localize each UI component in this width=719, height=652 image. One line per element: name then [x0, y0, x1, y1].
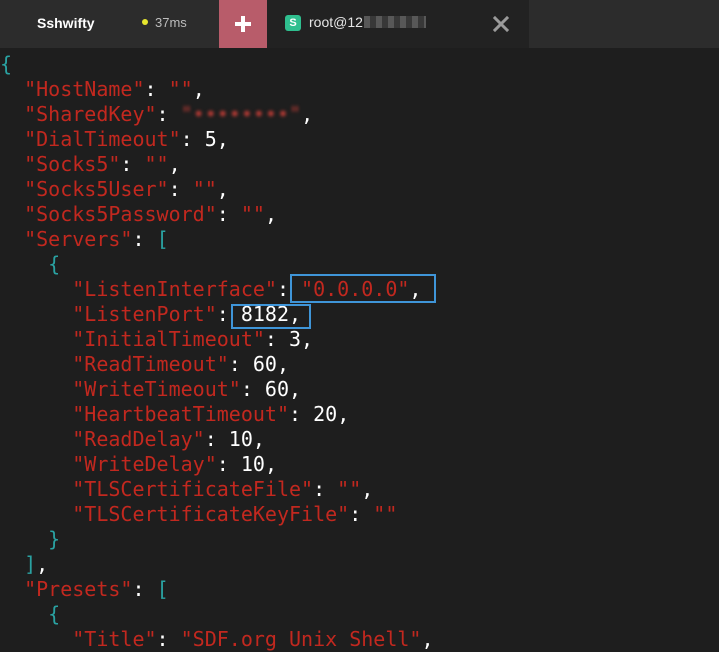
terminal-line: "TLSCertificateKeyFile": ""	[72, 502, 398, 526]
tab-title: root@12	[309, 14, 363, 30]
tab-ssh-session[interactable]: S root@12	[267, 0, 529, 48]
terminal-line: "Socks5Password": "",	[24, 202, 277, 226]
listen-port-value: 8182	[240, 302, 290, 326]
terminal-line: "WriteDelay": 10,	[72, 452, 277, 476]
terminal-line: "HostName": "",	[24, 77, 205, 101]
terminal-line: "HeartbeatTimeout": 20,	[72, 402, 350, 426]
terminal-line: "Socks5User": "",	[24, 177, 229, 201]
terminal-line: "Socks5": "",	[24, 152, 181, 176]
terminal-line: "ListenInterface": "0.0.0.0",	[72, 277, 422, 301]
terminal-line: "Servers": [	[24, 227, 169, 251]
listen-interface-value: "0.0.0.0"	[301, 277, 410, 301]
status-dot-icon	[142, 19, 148, 25]
terminal-line: "TLSCertificateFile": "",	[72, 477, 374, 501]
terminal-line: "DialTimeout": 5,	[24, 127, 229, 151]
terminal-line: "InitialTimeout": 3,	[72, 327, 314, 351]
terminal-line: "ReadTimeout": 60,	[72, 352, 290, 376]
new-connection-button[interactable]	[219, 0, 267, 48]
terminal-line: "SharedKey": "••••••••",	[24, 102, 314, 126]
top-bar: Sshwifty 37ms S root@12	[0, 0, 719, 48]
terminal-output[interactable]: { "HostName": "", "SharedKey": "••••••••…	[0, 48, 719, 651]
terminal-line: "WriteTimeout": 60,	[72, 377, 302, 401]
close-tab-button[interactable]	[489, 12, 513, 36]
ssh-badge-icon: S	[285, 15, 301, 31]
redacted-host	[364, 16, 426, 28]
terminal-line: {	[48, 252, 61, 276]
redacted-shared-key: "••••••••"	[180, 102, 302, 126]
terminal-line: "ReadDelay": 10,	[72, 427, 265, 451]
terminal-line: "Title": "SDF.org Unix Shell",	[72, 627, 434, 651]
latency-value: 37ms	[155, 15, 187, 30]
terminal-line: ],	[24, 552, 49, 576]
plus-icon	[235, 16, 251, 32]
terminal-line: {	[48, 602, 61, 626]
terminal-line: }	[48, 527, 61, 551]
terminal-line: {	[0, 52, 13, 76]
terminal-line: "ListenPort": 8182,	[72, 302, 302, 326]
terminal-line: "Presets": [	[24, 577, 169, 601]
close-icon	[493, 16, 509, 32]
app-brand: Sshwifty	[37, 15, 95, 31]
latency-indicator: 37ms	[142, 0, 187, 48]
